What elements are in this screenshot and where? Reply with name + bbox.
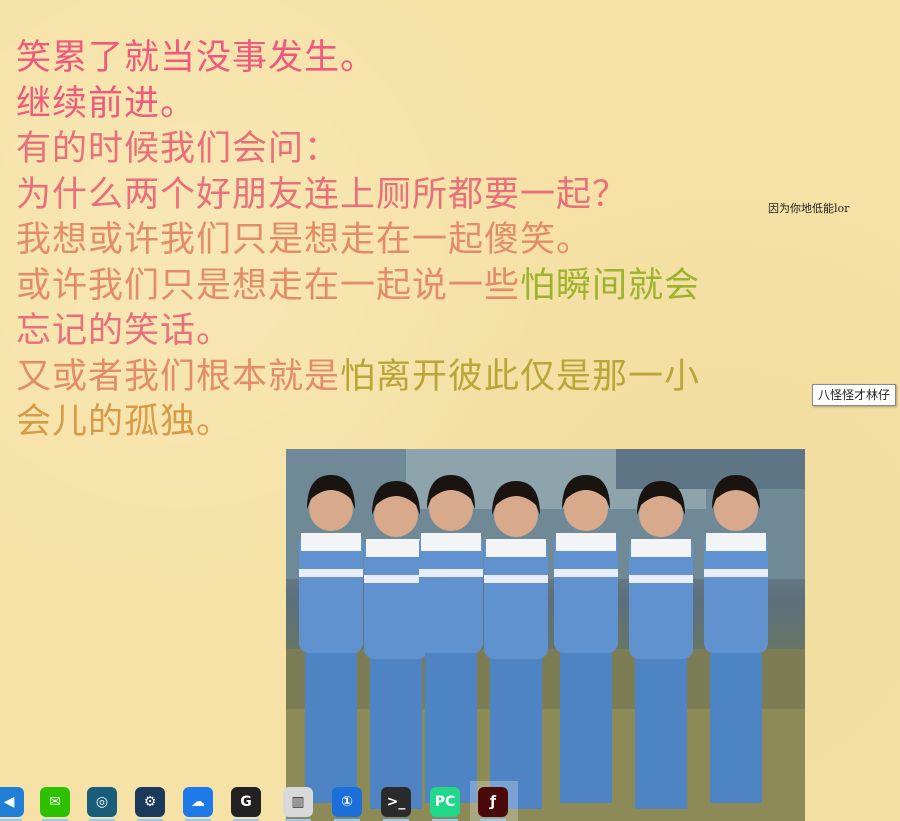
flash-icon[interactable]: ƒ xyxy=(478,787,508,817)
wechat-icon[interactable]: ✉ xyxy=(40,787,70,817)
poem-line: 会儿的孤独。 xyxy=(16,400,896,446)
poem-line: 忘记的笑话。 xyxy=(16,309,896,355)
browser-icon[interactable]: ◎ xyxy=(87,787,117,817)
poem-segment: 继续前进。 xyxy=(16,83,197,124)
steam-icon[interactable]: ⚙ xyxy=(135,787,165,817)
poem-segment: 怕瞬间就会 xyxy=(520,265,701,306)
poem-line: 有的时候我们会问： xyxy=(16,127,896,173)
poem-line: 笑累了就当没事发生。 xyxy=(16,36,896,82)
poem-text: 笑累了就当没事发生。 继续前进。有的时候我们会问： 为什么两个好朋友连上厕所都要一起… xyxy=(16,36,896,446)
poem-segment: 会儿的孤独。 xyxy=(16,402,233,442)
poem-segment: 怕离开彼此仅是那一小 xyxy=(340,356,701,397)
back-arrow-icon[interactable]: ◀ xyxy=(0,787,24,817)
poem-segment: 为什么两个好朋友连上厕所都要一起？ xyxy=(16,174,629,215)
inline-annotation: 因为你地低能lor xyxy=(768,202,850,215)
poem-line: 继续前进。 xyxy=(16,82,896,128)
logitech-icon[interactable]: G xyxy=(231,787,261,817)
password-manager-icon[interactable]: ① xyxy=(332,787,362,817)
group-photo xyxy=(286,449,805,821)
taskbar: ◀ ✉ ◎ ⚙ ☁ G ▥ ① >_ PC ƒ xyxy=(0,781,530,821)
pycharm-icon[interactable]: PC xyxy=(430,787,460,817)
poem-line: 为什么两个好朋友连上厕所都要一起？ xyxy=(16,173,896,219)
hover-tooltip: 八怪怪才林仔 xyxy=(812,384,897,406)
terminal-icon[interactable]: >_ xyxy=(381,787,411,817)
poem-segment: 又或者我们根本就是 xyxy=(16,356,341,397)
poem-line: 又或者我们根本就是怕离开彼此仅是那一小 xyxy=(16,355,896,401)
monitor-icon[interactable]: ▥ xyxy=(283,787,313,817)
cloud-drive-icon[interactable]: ☁ xyxy=(183,787,213,817)
poem-segment: 我想或许我们只是想走在一起傻笑。 xyxy=(16,220,593,260)
poem-segment: 或许我们只是想走在一起说一些 xyxy=(16,265,521,306)
poem-segment: 笑累了就当没事发生。 xyxy=(16,38,377,78)
poem-segment: 有的时候我们会问： xyxy=(16,129,341,169)
poem-line: 或许我们只是想走在一起说一些怕瞬间就会 xyxy=(16,264,896,310)
poem-line: 我想或许我们只是想走在一起傻笑。 xyxy=(16,218,896,264)
poem-segment: 忘记的笑话。 xyxy=(16,311,233,351)
